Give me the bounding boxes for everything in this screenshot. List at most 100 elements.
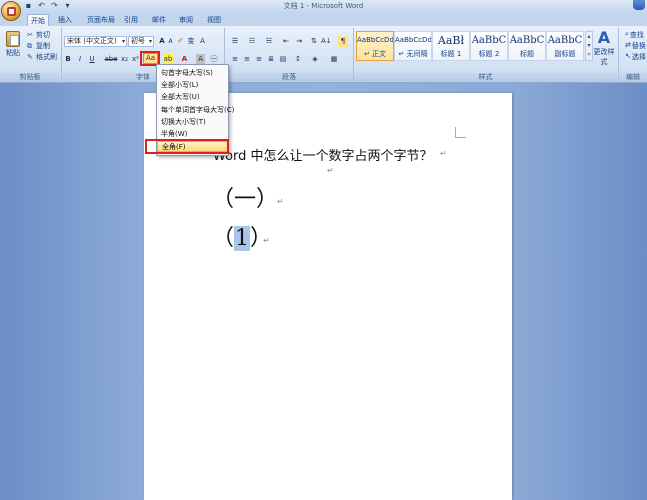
phonetic-guide-icon[interactable]: 变 <box>186 36 196 47</box>
styles-gallery: AaBbCcDd ↵ 正文 AaBbCcDd ↵ 无间隔 AaBł 标题 1 AaBbC 标题… <box>356 31 584 61</box>
show-marks-icon[interactable]: ¶ <box>338 36 348 47</box>
copy-icon: ⧉ <box>27 41 32 50</box>
italic-button[interactable]: I <box>76 54 84 65</box>
style-item[interactable]: AaBbCcDd ↵ 无间隔 <box>394 31 432 61</box>
clear-format-icon[interactable]: ✐ <box>176 36 185 47</box>
style-sample: AaBbCcDd <box>395 36 431 44</box>
style-sample: AaBbC <box>547 35 583 46</box>
replace-label: 替换 <box>631 42 646 50</box>
align-center-icon[interactable]: ≡ <box>242 54 252 65</box>
case-menu-item[interactable]: 全部小写(L) <box>157 80 228 91</box>
styles-group-label: 样式 <box>354 73 617 82</box>
find-button[interactable]: ⌕ 查找 <box>625 30 644 40</box>
office-logo-icon <box>7 7 16 16</box>
multilevel-list-icon[interactable]: ☵ <box>263 36 275 47</box>
line2-open-paren: （ <box>212 226 235 251</box>
tab-insert[interactable]: 插入 <box>55 14 75 26</box>
binoculars-icon: ⌕ <box>625 30 629 38</box>
window-title: 文档 1 - Microsoft Word <box>283 2 364 10</box>
font-size-value: 初号 <box>131 37 145 45</box>
clipboard-group-label: 剪贴板 <box>0 73 60 82</box>
paragraph-group-label: 段落 <box>225 73 353 82</box>
paste-label: 粘贴 <box>6 49 20 57</box>
clipboard-icon <box>6 31 20 47</box>
select-button[interactable]: ↖ 选择 <box>625 52 646 62</box>
replace-button[interactable]: ⇄ 替换 <box>625 41 646 51</box>
style-name: ↵ 无间隔 <box>398 50 428 58</box>
window-control-button[interactable] <box>633 0 645 10</box>
style-name: 标题 2 <box>478 50 500 58</box>
style-item[interactable]: AaBbC 标题 <box>508 31 546 61</box>
underline-button[interactable]: U <box>88 54 96 65</box>
document-heading[interactable]: Word 中怎么让一个数字占两个字节？ <box>213 145 433 164</box>
tab-mailings[interactable]: 邮件 <box>149 14 169 26</box>
shrink-font-button[interactable]: A <box>167 36 174 47</box>
selected-text[interactable]: 1 <box>234 226 251 251</box>
scissors-icon: ✂ <box>27 30 33 39</box>
style-sample: AaBł <box>437 34 465 47</box>
case-menu-item[interactable]: 句首字母大写(S) <box>157 68 228 79</box>
distributed-icon[interactable]: ▤ <box>278 54 288 65</box>
line-spacing-icon[interactable]: ↕ <box>293 54 303 65</box>
style-name: ↵ 正文 <box>363 50 387 58</box>
decrease-indent-icon[interactable]: ⇤ <box>281 36 291 47</box>
tab-view[interactable]: 视图 <box>204 14 224 26</box>
chevron-down-icon: ▾ <box>148 38 152 45</box>
style-item[interactable]: AaBbC 标题 2 <box>470 31 508 61</box>
tab-review[interactable]: 审阅 <box>176 14 196 26</box>
font-family-select[interactable]: 宋体 (中文正文) ▾ <box>64 36 127 47</box>
paste-button[interactable]: 粘贴 <box>3 29 23 62</box>
replace-icon: ⇄ <box>625 41 631 49</box>
subscript-button[interactable]: x₂ <box>120 54 129 65</box>
cut-button[interactable]: ✂ 剪切 <box>27 30 50 40</box>
style-item[interactable]: AaBbCcDd ↵ 正文 <box>356 31 394 61</box>
borders-icon[interactable]: ▦ <box>329 54 339 65</box>
copy-label: 复制 <box>36 42 50 50</box>
style-name: 标题 1 <box>440 50 462 58</box>
superscript-button[interactable]: x² <box>131 54 140 65</box>
cut-label: 剪切 <box>36 31 50 39</box>
grow-font-button[interactable]: A <box>158 36 166 47</box>
editing-group-label: 编辑 <box>619 73 647 82</box>
cursor-icon: ↖ <box>625 52 631 60</box>
char-border-icon[interactable]: A <box>197 36 208 47</box>
office-button[interactable] <box>1 1 21 21</box>
copy-button[interactable]: ⧉ 复制 <box>27 41 50 51</box>
strikethrough-button[interactable]: abe <box>104 54 118 65</box>
sort-az-icon[interactable]: A↓ <box>321 36 332 47</box>
case-menu-item[interactable]: 切换大小写(T) <box>157 117 228 128</box>
change-styles-icon: A <box>597 28 611 47</box>
select-label: 选择 <box>631 53 646 61</box>
paragraph-mark: ↵ <box>327 166 334 175</box>
change-styles-label: 更改样式 <box>593 48 615 66</box>
increase-indent-icon[interactable]: ⇥ <box>294 36 304 47</box>
margin-corner-mark <box>455 127 466 138</box>
font-size-select[interactable]: 初号 ▾ <box>128 36 154 47</box>
style-sample: AaBbCcDd <box>357 36 393 44</box>
format-painter-label: 格式刷 <box>36 53 57 61</box>
style-name: 副标题 <box>554 50 576 58</box>
bold-button[interactable]: B <box>64 54 72 65</box>
sort-icon[interactable]: ⇅ <box>309 36 319 47</box>
change-styles-button[interactable]: A 更改样式 <box>591 29 617 67</box>
numbering-icon[interactable]: ☷ <box>246 36 258 47</box>
tab-references[interactable]: 引用 <box>121 14 141 26</box>
align-right-icon[interactable]: ≡ <box>254 54 264 65</box>
align-left-icon[interactable]: ≡ <box>230 54 240 65</box>
case-menu-item[interactable]: 全部大写(U) <box>157 92 228 103</box>
format-painter-button[interactable]: ✎ 格式刷 <box>27 52 57 62</box>
tab-page-layout[interactable]: 页面布局 <box>84 14 118 26</box>
style-item[interactable]: AaBbC 副标题 <box>546 31 584 61</box>
style-sample: AaBbC <box>471 35 507 46</box>
document-line-1[interactable]: （一） <box>212 181 278 213</box>
chevron-down-icon: ▾ <box>121 38 125 45</box>
bullets-icon[interactable]: ☰ <box>229 36 241 47</box>
justify-icon[interactable]: ≣ <box>266 54 276 65</box>
case-menu-item[interactable]: 每个单词首字母大写(C) <box>157 105 234 116</box>
style-name: 标题 <box>520 50 534 58</box>
paragraph-mark: ↵ <box>440 149 447 158</box>
shading-icon[interactable]: ◈ <box>310 54 320 65</box>
tab-home[interactable]: 开始 <box>27 14 49 26</box>
style-item[interactable]: AaBł 标题 1 <box>432 31 470 61</box>
ribbon-tabs: 开始 插入 页面布局 引用 邮件 审阅 视图 <box>0 13 647 26</box>
